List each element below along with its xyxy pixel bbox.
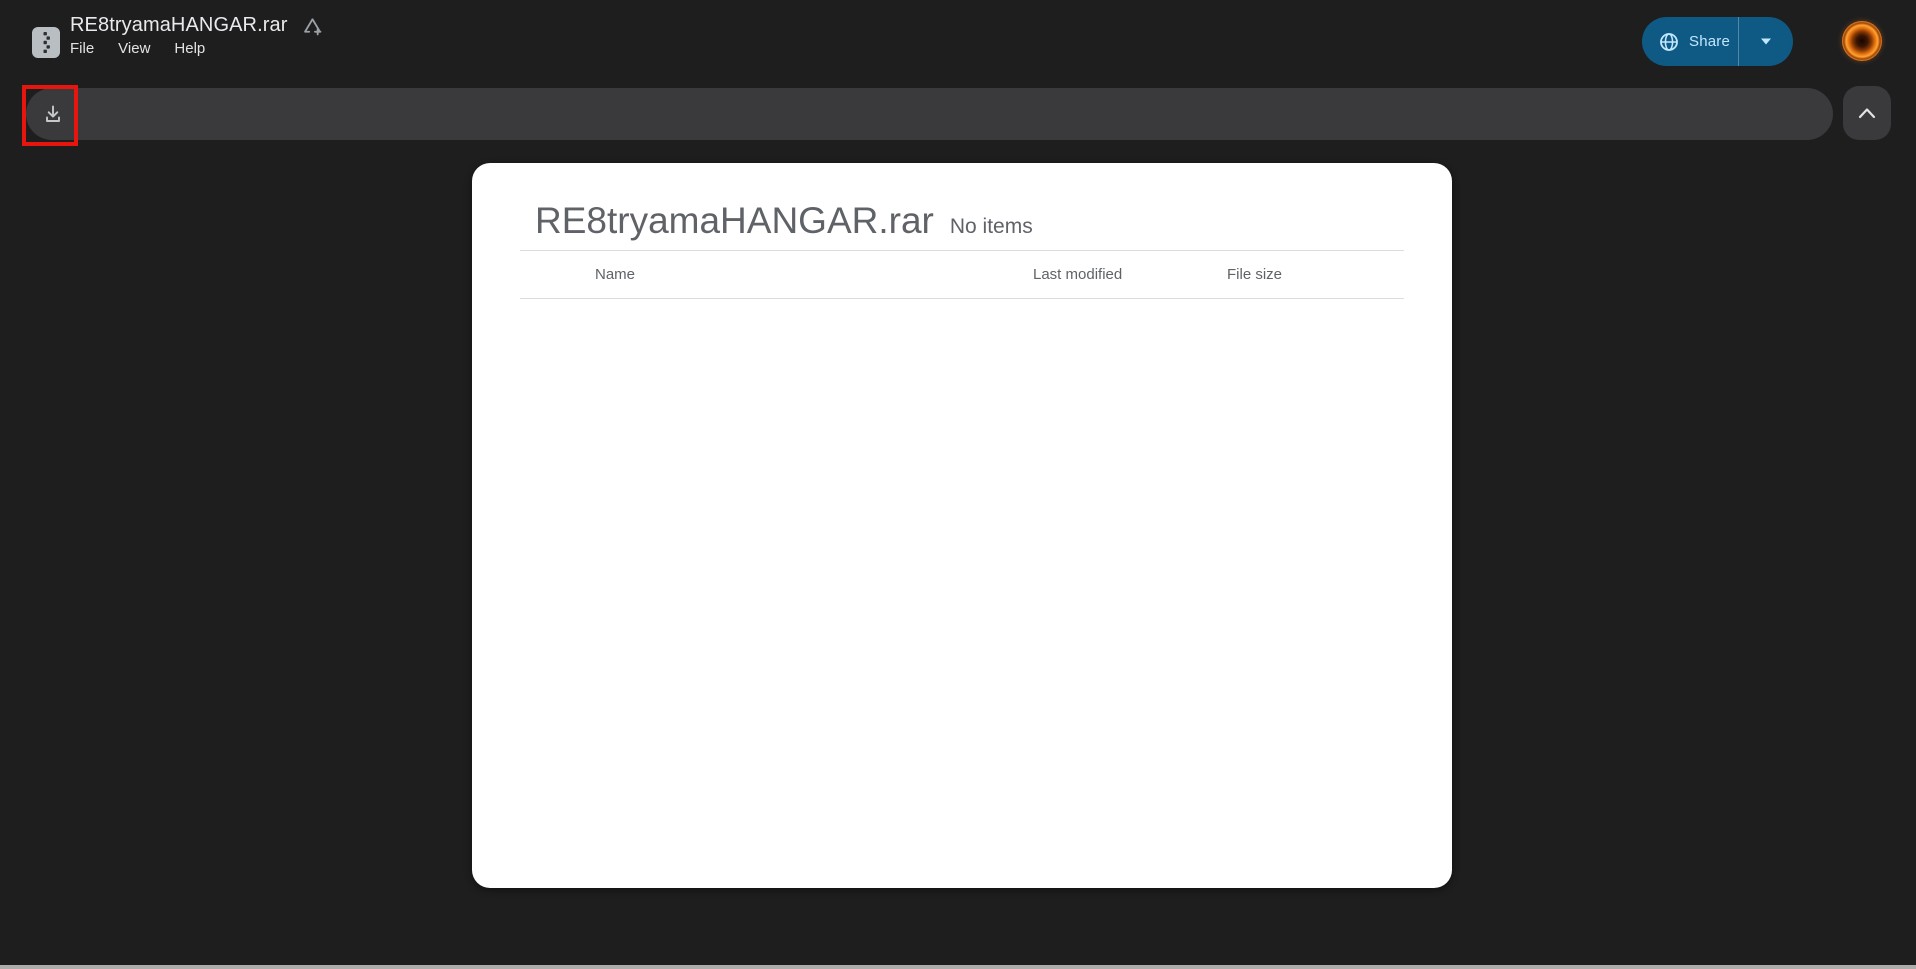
chevron-up-icon [1857, 107, 1877, 119]
menubar: File View Help [58, 38, 217, 60]
document-header: RE8tryamaHANGAR.rar [70, 11, 324, 39]
items-status: No items [950, 215, 1033, 239]
zipper-icon [32, 27, 60, 58]
share-button-label: Share [1689, 33, 1730, 50]
menu-view[interactable]: View [106, 38, 162, 60]
archive-file-icon [32, 27, 60, 58]
share-button[interactable]: Share [1642, 17, 1738, 66]
column-header-file-size[interactable]: File size [1227, 251, 1282, 299]
menu-help[interactable]: Help [162, 38, 217, 60]
toolbar [26, 88, 1833, 140]
bottom-scrollbar-track[interactable] [0, 965, 1916, 969]
share-pill: Share [1642, 17, 1793, 66]
globe-icon [1659, 32, 1679, 52]
column-header-last-modified[interactable]: Last modified [1033, 251, 1122, 299]
archive-title: RE8tryamaHANGAR.rar [535, 199, 934, 243]
card-title-row: RE8tryamaHANGAR.rar No items [472, 163, 1452, 243]
table-header-row: Name Last modified File size [520, 251, 1404, 299]
add-shortcut-to-drive-icon[interactable] [301, 14, 324, 37]
collapse-toolbar-button[interactable] [1843, 86, 1891, 140]
archive-contents-card: RE8tryamaHANGAR.rar No items Name Last m… [472, 163, 1452, 888]
share-dropdown-button[interactable] [1739, 17, 1793, 66]
download-button[interactable] [29, 90, 77, 138]
page-title: RE8tryamaHANGAR.rar [70, 11, 288, 39]
download-icon [42, 103, 64, 125]
column-header-name[interactable]: Name [595, 251, 635, 299]
account-avatar[interactable] [1842, 21, 1882, 61]
dropdown-caret-icon [1760, 38, 1772, 45]
menu-file[interactable]: File [58, 38, 106, 60]
